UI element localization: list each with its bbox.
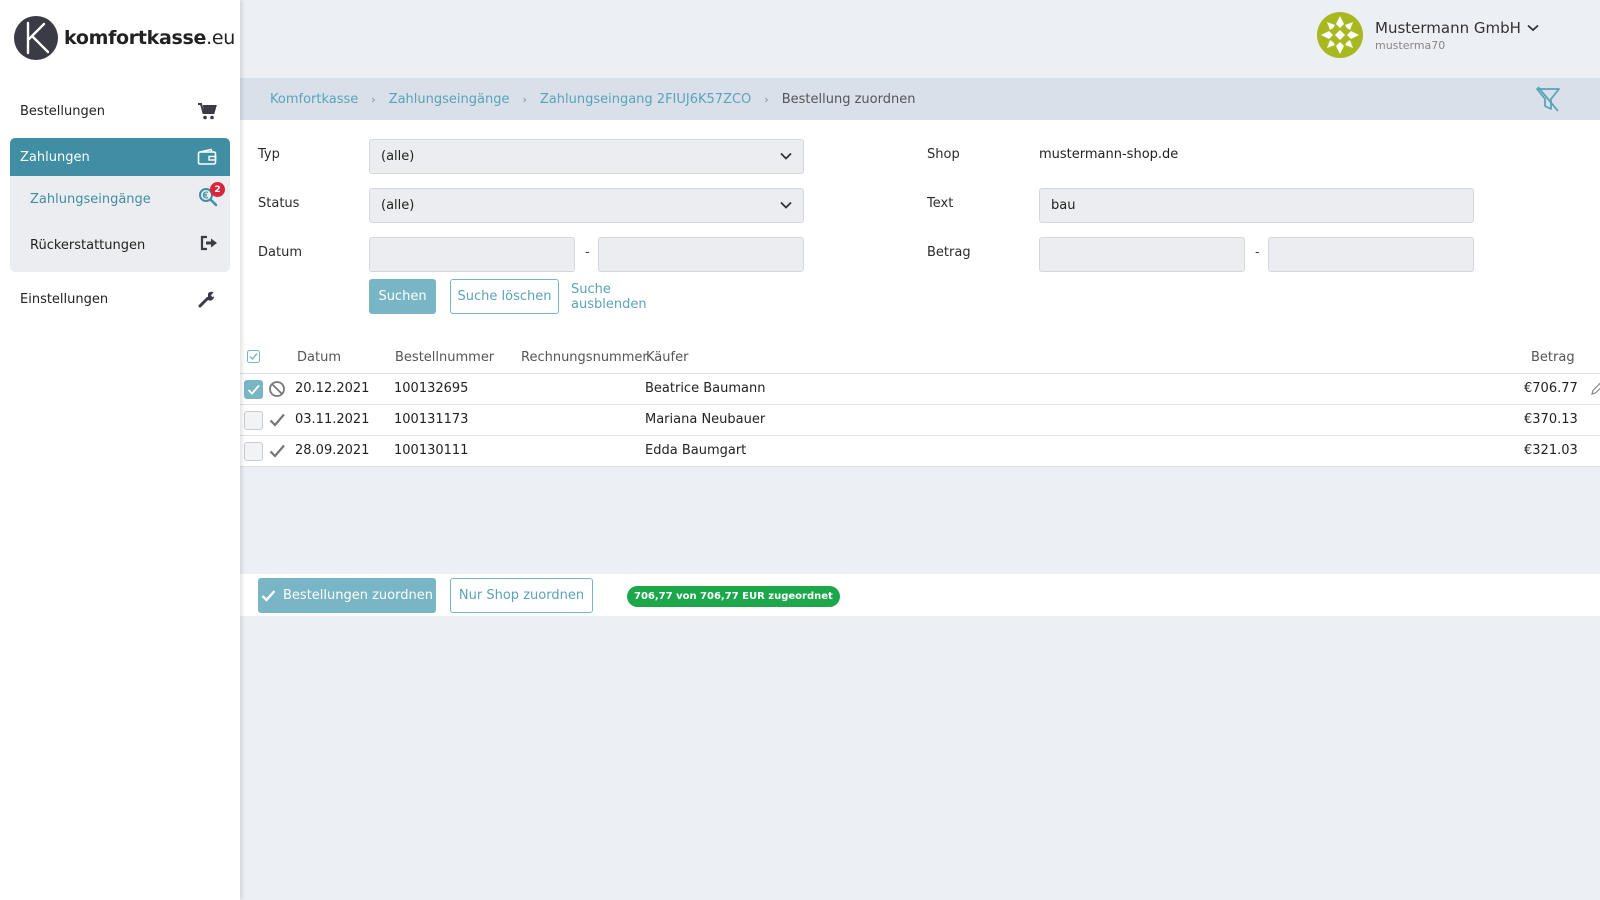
cell-bestellnummer: 100130111 — [394, 443, 469, 458]
betrag-range-separator: - — [1255, 245, 1260, 260]
komfortkasse-logo[interactable]: komfortkasse.eu — [14, 16, 235, 60]
cell-betrag: €321.03 — [1524, 443, 1578, 458]
column-header-datum[interactable]: Datum — [297, 350, 341, 365]
status-select-value: (alle) — [381, 198, 415, 213]
datum-to-input[interactable] — [598, 237, 804, 272]
datum-range-separator: - — [585, 245, 590, 260]
sidebar-item-bestellungen[interactable]: Bestellungen — [10, 92, 230, 130]
sidebar-item-label: Rückerstattungen — [30, 237, 146, 253]
sidebar-item-label: Zahlungseingänge — [30, 191, 151, 207]
status-select[interactable]: (alle) — [369, 188, 804, 223]
column-header-rechnungsnummer[interactable]: Rechnungsnummer — [521, 350, 648, 365]
sidebar-item-zahlungen[interactable]: Zahlungen — [10, 138, 230, 176]
orders-table: Datum Bestellnummer Rechnungsnummer Käuf… — [240, 342, 1600, 467]
chevron-down-icon — [1527, 24, 1539, 31]
top-header: Mustermann GmbH musterma70 — [240, 0, 1600, 74]
sidebar-item-label: Einstellungen — [20, 291, 109, 307]
table-row[interactable]: 03.11.2021 100131173 Mariana Neubauer €3… — [240, 405, 1600, 436]
clear-search-button[interactable]: Suche löschen — [450, 279, 559, 314]
check-icon — [269, 413, 285, 427]
cell-bestellnummer: 100131173 — [394, 412, 469, 427]
table-header: Datum Bestellnummer Rechnungsnummer Käuf… — [240, 342, 1600, 374]
search-euro-icon: 2 — [198, 182, 225, 211]
filter-off-icon[interactable] — [1534, 85, 1562, 113]
sidebar: komfortkasse.eu Bestellungen Zahlungen Z… — [0, 0, 240, 900]
status-label: Status — [258, 196, 300, 211]
assignment-status-badge: 706,77 von 706,77 EUR zugeordnet — [627, 586, 840, 607]
chevron-right-icon: › — [764, 92, 769, 106]
assign-shop-only-button[interactable]: Nur Shop zuordnen — [450, 578, 593, 613]
cell-datum: 28.09.2021 — [295, 443, 370, 458]
cart-icon — [196, 100, 218, 122]
assign-orders-button[interactable]: Bestellungen zuordnen — [258, 578, 436, 613]
check-icon — [261, 590, 276, 602]
cell-kaeufer: Edda Baumgart — [645, 443, 747, 458]
row-checkbox[interactable] — [244, 442, 263, 461]
chevron-down-icon — [780, 201, 792, 209]
typ-select[interactable]: (alle) — [369, 139, 804, 174]
sidebar-item-label: Bestellungen — [20, 103, 105, 119]
table-row[interactable]: 20.12.2021 100132695 Beatrice Baumann €7… — [240, 374, 1600, 405]
sidebar-item-einstellungen[interactable]: Einstellungen — [10, 280, 230, 318]
shop-label: Shop — [927, 147, 960, 162]
hide-search-button[interactable]: Suche ausblenden — [571, 279, 683, 314]
wallet-icon — [196, 146, 218, 168]
logo-text: komfortkasse.eu — [64, 27, 235, 49]
user-id: musterma70 — [1375, 38, 1446, 52]
action-bar: Bestellungen zuordnen Nur Shop zuordnen … — [240, 574, 1600, 616]
ban-icon — [269, 381, 285, 397]
chevron-down-icon — [780, 152, 792, 160]
select-all-checkbox[interactable] — [247, 350, 260, 363]
company-name: Mustermann GmbH — [1375, 18, 1521, 37]
breadcrumb: Komfortkasse › Zahlungseingänge › Zahlun… — [240, 78, 1600, 120]
sidebar-group-zahlungen: Zahlungen Zahlungseingänge 2 Rückerstatt… — [10, 138, 230, 272]
cell-kaeufer: Beatrice Baumann — [645, 381, 766, 396]
logo-mark-icon — [14, 16, 58, 60]
user-menu[interactable]: Mustermann GmbH musterma70 — [1317, 12, 1539, 58]
sidebar-item-zahlungseingaenge[interactable]: Zahlungseingänge 2 — [10, 176, 230, 222]
row-checkbox[interactable] — [244, 411, 263, 430]
breadcrumb-komfortkasse[interactable]: Komfortkasse — [270, 92, 358, 107]
table-row[interactable]: 28.09.2021 100130111 Edda Baumgart €321.… — [240, 436, 1600, 467]
pencil-icon[interactable] — [1590, 382, 1600, 396]
company-logo-icon — [1317, 12, 1363, 58]
cell-betrag: €370.13 — [1524, 412, 1578, 427]
typ-label: Typ — [258, 147, 280, 162]
cell-datum: 03.11.2021 — [295, 412, 370, 427]
text-label: Text — [927, 196, 954, 211]
cell-bestellnummer: 100132695 — [394, 381, 469, 396]
check-icon — [269, 444, 285, 458]
column-header-betrag[interactable]: Betrag — [1531, 350, 1575, 365]
betrag-label: Betrag — [927, 245, 971, 260]
cell-kaeufer: Mariana Neubauer — [645, 412, 766, 427]
text-search-input[interactable]: bau — [1039, 188, 1474, 223]
column-header-kaeufer[interactable]: Käufer — [646, 350, 688, 365]
assign-orders-label: Bestellungen zuordnen — [283, 588, 433, 603]
datum-from-input[interactable] — [369, 237, 575, 272]
breadcrumb-current: Bestellung zuordnen — [781, 91, 916, 107]
row-checkbox[interactable] — [244, 380, 263, 399]
betrag-from-input[interactable] — [1039, 237, 1245, 272]
typ-select-value: (alle) — [381, 149, 415, 164]
betrag-to-input[interactable] — [1268, 237, 1474, 272]
breadcrumb-zahlungseingaenge[interactable]: Zahlungseingänge — [389, 92, 510, 107]
search-button[interactable]: Suchen — [369, 279, 436, 314]
datum-label: Datum — [258, 245, 302, 260]
chevron-right-icon: › — [371, 92, 376, 106]
notification-badge: 2 — [210, 182, 225, 197]
check-icon — [247, 384, 260, 395]
wrench-icon — [196, 288, 218, 310]
breadcrumb-zahlungseingang[interactable]: Zahlungseingang 2FIUJ6K57ZCO — [540, 92, 751, 107]
sidebar-item-rueckerstattungen[interactable]: Rückerstattungen — [10, 222, 230, 268]
cell-betrag: €706.77 — [1524, 381, 1578, 396]
search-panel: Typ (alle) Status (alle) Datum - Suchen … — [240, 120, 1600, 342]
sidebar-nav: Bestellungen Zahlungen Zahlungseingänge … — [10, 92, 230, 318]
exit-icon — [200, 235, 218, 255]
column-header-bestellnummer[interactable]: Bestellnummer — [395, 350, 494, 365]
chevron-right-icon: › — [522, 92, 527, 106]
cell-datum: 20.12.2021 — [295, 381, 370, 396]
sidebar-item-label: Zahlungen — [20, 149, 90, 165]
shop-value: mustermann-shop.de — [1039, 147, 1179, 162]
